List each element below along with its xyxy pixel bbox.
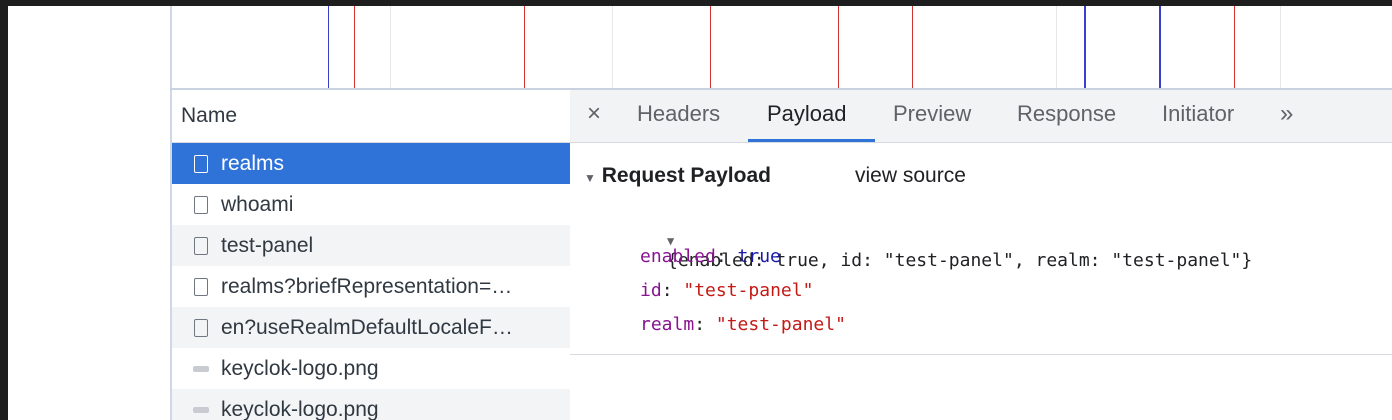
waterfall-overview[interactable] bbox=[170, 6, 1392, 88]
timeline-marker-red bbox=[912, 6, 913, 88]
request-row[interactable]: en?useRealmDefaultLocaleF… bbox=[172, 307, 570, 348]
timeline-gridline bbox=[612, 6, 613, 88]
request-row[interactable]: realms?briefRepresentation=… bbox=[172, 266, 570, 307]
request-name: en?useRealmDefaultLocaleF… bbox=[221, 315, 513, 339]
request-name: keyclok-logo.png bbox=[221, 397, 379, 420]
payload-field: enabled: true bbox=[640, 246, 781, 267]
request-list: Name realms whoami test-panel realms?bri… bbox=[170, 90, 572, 420]
document-icon bbox=[194, 195, 208, 214]
request-row[interactable]: keyclok-logo.png bbox=[172, 389, 570, 420]
field-key: realm bbox=[640, 314, 695, 335]
section-divider bbox=[570, 354, 1392, 355]
request-row[interactable]: test-panel bbox=[172, 225, 570, 266]
timeline-marker-red bbox=[1234, 6, 1235, 88]
tab-initiator[interactable]: Initiator bbox=[1162, 90, 1234, 142]
timeline-marker-red bbox=[354, 6, 355, 88]
timeline-marker-red bbox=[524, 6, 525, 88]
tab-headers[interactable]: Headers bbox=[637, 90, 720, 142]
request-payload-section[interactable]: ▼ Request Payload bbox=[584, 164, 771, 188]
request-details-pane: × Headers Payload Preview Response Initi… bbox=[570, 90, 1392, 420]
field-value: "test-panel" bbox=[683, 280, 814, 301]
more-tabs-icon[interactable]: » bbox=[1280, 90, 1293, 142]
document-icon bbox=[194, 154, 208, 173]
request-row[interactable]: keyclok-logo.png bbox=[172, 348, 570, 389]
field-key: enabled bbox=[640, 246, 716, 267]
column-header-label: Name bbox=[181, 104, 238, 127]
name-column-header[interactable]: Name bbox=[172, 90, 570, 143]
timeline-marker-red bbox=[838, 6, 839, 88]
document-icon bbox=[194, 236, 208, 255]
timeline-marker-blue bbox=[1084, 6, 1086, 88]
timeline-marker-red bbox=[710, 6, 711, 88]
tab-payload[interactable]: Payload bbox=[767, 90, 847, 142]
payload-field: realm: "test-panel" bbox=[640, 314, 846, 335]
close-icon[interactable]: × bbox=[587, 90, 601, 142]
document-icon bbox=[194, 277, 208, 296]
image-icon bbox=[193, 365, 209, 372]
request-name: realms bbox=[221, 151, 285, 175]
timeline-gridline bbox=[390, 6, 391, 88]
tab-preview[interactable]: Preview bbox=[893, 90, 971, 142]
image-icon bbox=[193, 406, 209, 413]
payload-field: id: "test-panel" bbox=[640, 280, 814, 301]
request-row[interactable]: whoami bbox=[172, 184, 570, 225]
field-value: true bbox=[737, 246, 781, 267]
triangle-down-icon: ▼ bbox=[584, 171, 596, 185]
timeline-marker-blue bbox=[328, 6, 329, 88]
timeline-marker-blue bbox=[1159, 6, 1161, 88]
active-tab-indicator bbox=[748, 139, 875, 142]
document-icon bbox=[194, 318, 208, 337]
request-name: realms?briefRepresentation=… bbox=[221, 274, 513, 298]
timeline-gridline bbox=[1280, 6, 1281, 88]
request-row[interactable]: realms bbox=[172, 143, 570, 184]
request-name: whoami bbox=[221, 192, 294, 216]
tab-response[interactable]: Response bbox=[1017, 90, 1116, 142]
timeline-gridline bbox=[1056, 6, 1057, 88]
field-key: id bbox=[640, 280, 662, 301]
view-source-link[interactable]: view source bbox=[855, 164, 966, 188]
devtools-network-panel: Name realms whoami test-panel realms?bri… bbox=[8, 6, 1392, 420]
request-name: test-panel bbox=[221, 233, 314, 257]
request-name: keyclok-logo.png bbox=[221, 356, 379, 380]
section-title: Request Payload bbox=[601, 164, 771, 187]
details-tab-bar: × Headers Payload Preview Response Initi… bbox=[570, 90, 1392, 143]
field-value: "test-panel" bbox=[715, 314, 846, 335]
